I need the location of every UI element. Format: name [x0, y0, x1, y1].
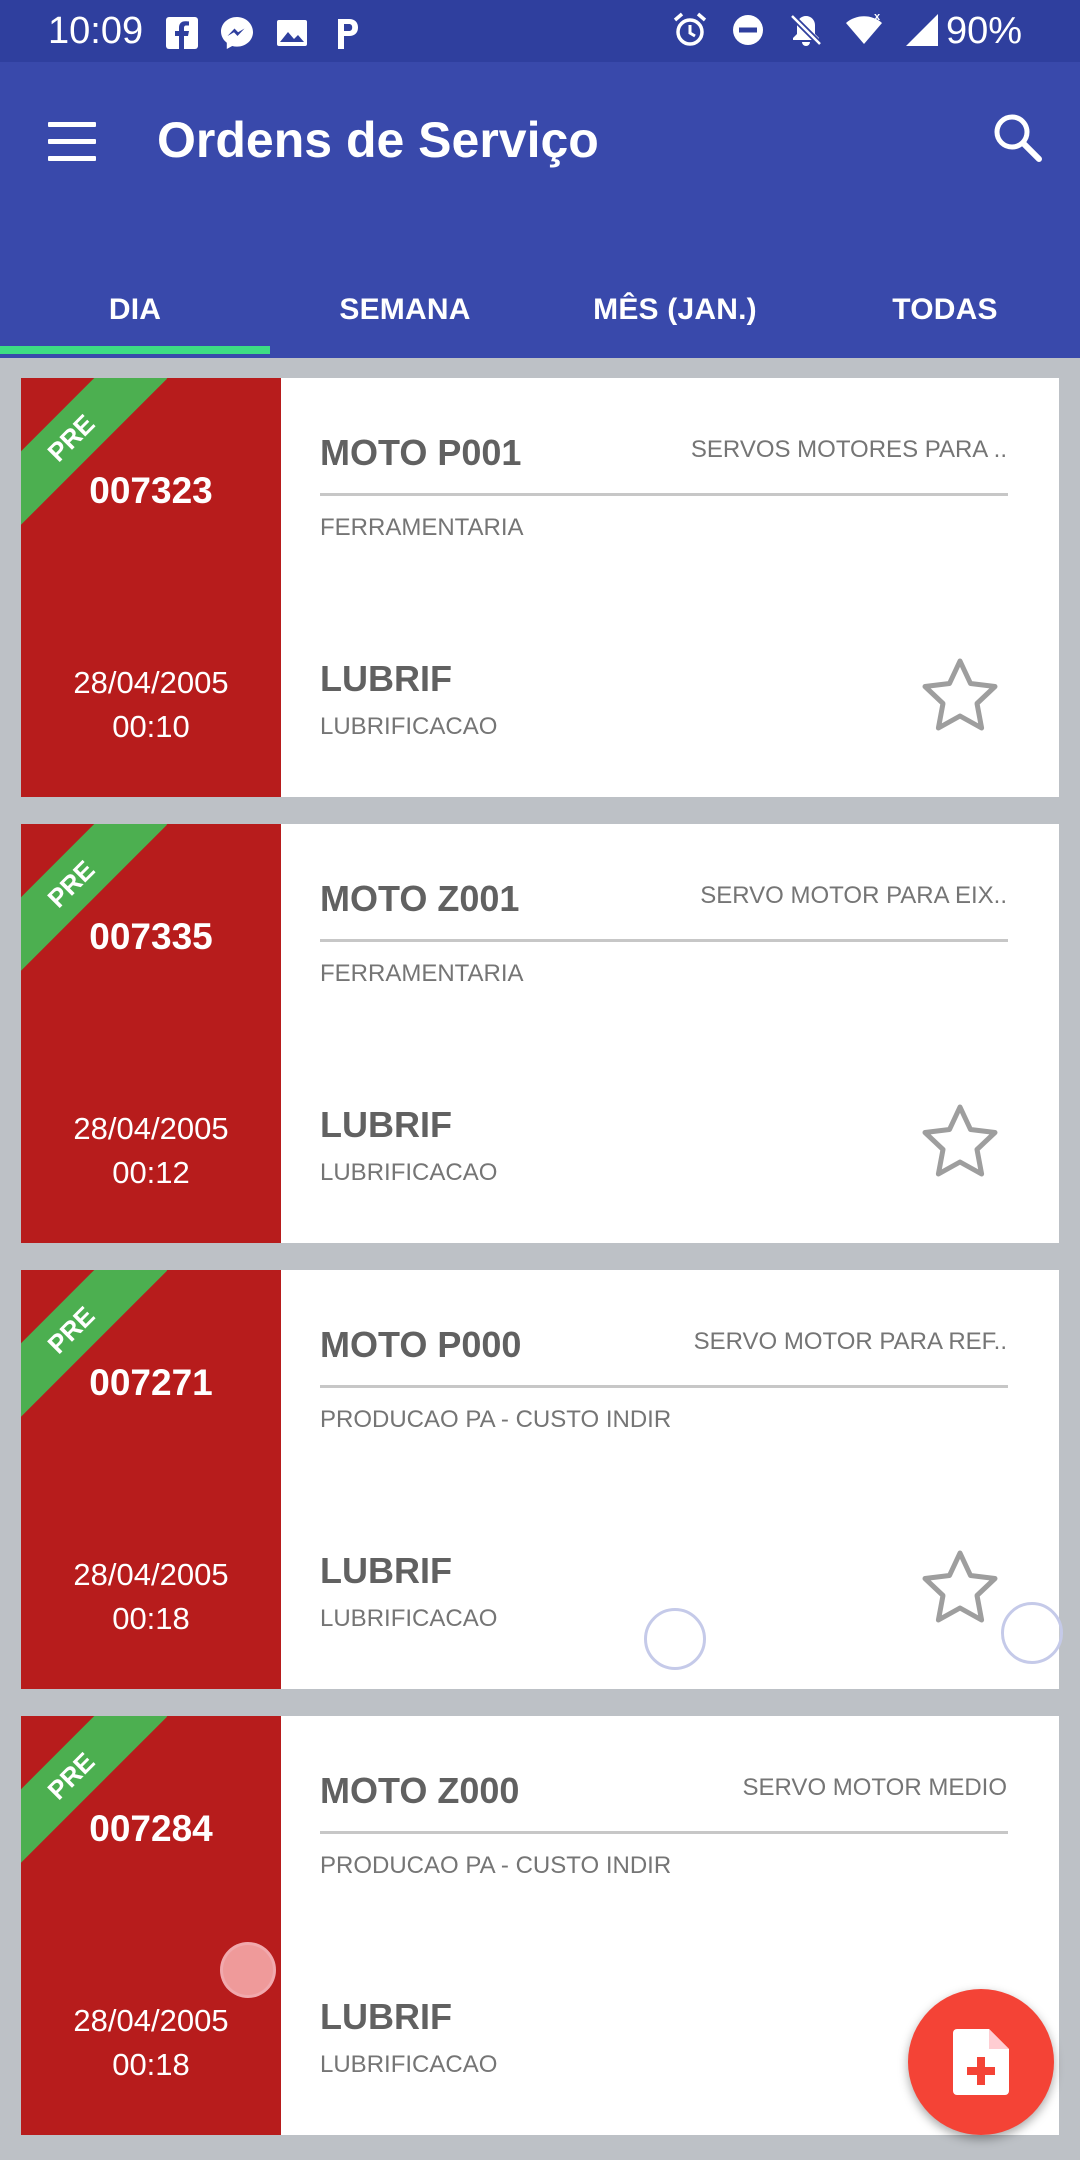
equipment-code: MOTO Z001 — [320, 878, 520, 919]
tab-mes[interactable]: MÊS (JAN.) — [540, 262, 810, 358]
favorite-star-icon[interactable] — [918, 1101, 1002, 1185]
order-datetime: 28/04/2005 00:18 — [21, 1553, 281, 1641]
service-description: LUBRIFICACAO — [320, 2051, 498, 2078]
order-number: 007271 — [89, 1362, 213, 1403]
divider — [320, 939, 1008, 942]
divider — [320, 493, 1008, 496]
facebook-icon — [166, 17, 198, 49]
search-icon — [994, 114, 1042, 162]
app-bar: Ordens de Serviço DIA SEMANA MÊS (JAN.) … — [0, 62, 1080, 358]
status-bar: 10:09 x 90% — [0, 0, 1080, 62]
add-order-button[interactable] — [908, 1989, 1054, 2135]
service-description: LUBRIFICACAO — [320, 1159, 498, 1186]
order-datetime: 28/04/2005 00:18 — [21, 1999, 281, 2087]
service-order-card[interactable]: PRE 007284 28/04/2005 00:18 MOTO Z000 SE… — [21, 1716, 1059, 2135]
notification-icons — [162, 13, 367, 53]
order-datetime: 28/04/2005 00:10 — [21, 661, 281, 749]
order-date: 28/04/2005 — [73, 665, 229, 700]
order-number: 007335 — [89, 916, 213, 957]
order-status-panel: PRE 007284 28/04/2005 00:18 — [21, 1716, 281, 2135]
order-datetime: 28/04/2005 00:12 — [21, 1107, 281, 1195]
order-date: 28/04/2005 — [73, 1557, 229, 1592]
equipment-description: SERVO MOTOR MEDIO — [742, 1774, 1007, 1801]
wifi-icon: x — [846, 11, 882, 44]
system-icons: x — [670, 10, 942, 50]
image-icon — [277, 20, 307, 46]
service-code: LUBRIF — [320, 658, 452, 699]
touch-indicator — [223, 1945, 273, 1995]
tab-indicator — [0, 346, 270, 354]
service-order-card[interactable]: PRE 007335 28/04/2005 00:12 MOTO Z001 SE… — [21, 824, 1059, 1243]
equipment-code: MOTO Z000 — [320, 1770, 520, 1811]
service-code: LUBRIF — [320, 1996, 452, 2037]
battery-level: 90% — [946, 10, 1023, 52]
svg-text:x: x — [874, 11, 881, 23]
order-time: 00:12 — [112, 1155, 190, 1190]
equipment-code: MOTO P001 — [320, 432, 522, 473]
signal-icon — [906, 14, 938, 46]
add-document-icon — [953, 2029, 1009, 2095]
order-time: 00:10 — [112, 709, 190, 744]
order-number: 007284 — [89, 1808, 213, 1849]
status-time: 10:09 — [48, 10, 144, 52]
order-time: 00:18 — [112, 1601, 190, 1636]
order-time: 00:18 — [112, 2047, 190, 2082]
equipment-code: MOTO P000 — [320, 1324, 522, 1365]
tab-semana[interactable]: SEMANA — [270, 262, 540, 358]
favorite-star-icon[interactable] — [918, 1547, 1002, 1631]
cost-center: FERRAMENTARIA — [320, 514, 524, 541]
touch-indicator — [1001, 1602, 1063, 1664]
order-status-panel: PRE 007323 28/04/2005 00:10 — [21, 378, 281, 797]
order-status-panel: PRE 007335 28/04/2005 00:12 — [21, 824, 281, 1243]
service-description: LUBRIFICACAO — [320, 713, 498, 740]
touch-indicator — [644, 1608, 706, 1670]
cost-center: PRODUCAO PA - CUSTO INDIR — [320, 1406, 672, 1433]
cost-center: FERRAMENTARIA — [320, 960, 524, 987]
service-order-list: PRE 007323 28/04/2005 00:10 MOTO P001 SE… — [0, 358, 1080, 2160]
favorite-star-icon[interactable] — [918, 655, 1002, 739]
alarm-icon — [673, 12, 707, 46]
service-order-card[interactable]: PRE 007271 28/04/2005 00:18 MOTO P000 SE… — [21, 1270, 1059, 1689]
order-date: 28/04/2005 — [73, 1111, 229, 1146]
divider — [320, 1385, 1008, 1388]
p-app-icon — [338, 19, 358, 49]
search-button[interactable] — [988, 108, 1048, 168]
service-code: LUBRIF — [320, 1104, 452, 1145]
service-code: LUBRIF — [320, 1550, 452, 1591]
order-status-panel: PRE 007271 28/04/2005 00:18 — [21, 1270, 281, 1689]
tab-todas[interactable]: TODAS — [810, 262, 1080, 358]
tab-dia[interactable]: DIA — [0, 262, 270, 358]
do-not-disturb-icon — [733, 15, 763, 45]
notifications-off-icon — [789, 13, 823, 47]
page-title: Ordens de Serviço — [157, 112, 599, 168]
equipment-description: SERVO MOTOR PARA REF.. — [693, 1328, 1007, 1355]
messenger-icon — [221, 17, 253, 49]
service-description: LUBRIFICACAO — [320, 1605, 498, 1632]
divider — [320, 1831, 1008, 1834]
period-tabs: DIA SEMANA MÊS (JAN.) TODAS — [0, 262, 1080, 358]
service-order-card[interactable]: PRE 007323 28/04/2005 00:10 MOTO P001 SE… — [21, 378, 1059, 797]
order-number: 007323 — [89, 470, 213, 511]
equipment-description: SERVO MOTOR PARA EIX.. — [700, 882, 1007, 909]
order-date: 28/04/2005 — [73, 2003, 229, 2038]
equipment-description: SERVOS MOTORES PARA .. — [690, 436, 1007, 463]
cost-center: PRODUCAO PA - CUSTO INDIR — [320, 1852, 672, 1879]
menu-button[interactable] — [44, 114, 100, 170]
